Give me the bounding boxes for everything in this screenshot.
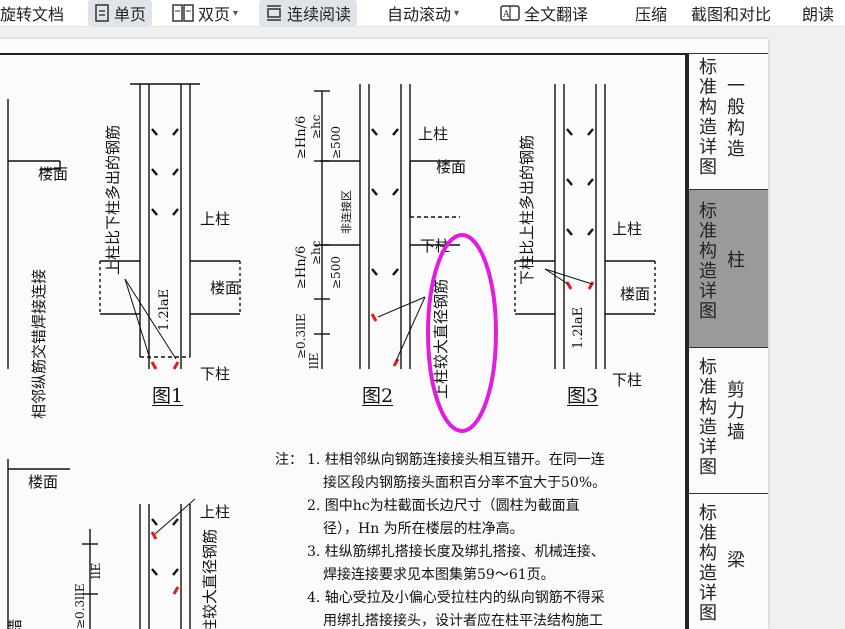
floor-label-bottom: 楼面	[28, 473, 58, 491]
screenshot-compare-button[interactable]: 截图和对比	[691, 0, 771, 26]
single-page-icon	[94, 4, 110, 22]
autoscroll-button[interactable]: 自动滚动 ▾	[387, 0, 459, 26]
side-tab-subtitle: 柱	[727, 250, 745, 271]
fig2-rebar-note: 上柱较大直径钢筋	[432, 279, 450, 399]
chevron-down-icon: ▾	[233, 7, 239, 19]
note-line: 接区段内钢筋接头面积百分率不宜大于50%。	[323, 475, 607, 491]
figure-2-label: 图2	[362, 385, 394, 407]
lower-col-label-fig1: 下柱	[200, 365, 230, 383]
non-connect-zone: 非连接区	[340, 190, 353, 234]
read-aloud-button[interactable]: 朗读	[802, 0, 834, 26]
floor-label-fig2: 楼面	[436, 158, 466, 176]
translate-icon: A	[500, 4, 520, 22]
continuous-read-button[interactable]: 连续阅读	[259, 0, 358, 26]
upper-col-label-fig3: 上柱	[612, 220, 642, 238]
toolbar: 旋转文档 单页 双页 ▾ 连续阅读 自动滚动 ▾ A 全文翻译 压缩 截图和对比…	[0, 0, 845, 27]
translate-button[interactable]: A 全文翻译	[500, 0, 588, 26]
single-page-label: 单页	[114, 5, 147, 24]
side-tab-general[interactable]: 标准构造详图 一般构造	[687, 53, 768, 189]
single-page-button[interactable]: 单页	[88, 0, 153, 26]
note-line: 1. 柱相邻纵向钢筋连接接头相互错开。在同一连	[307, 452, 605, 468]
dim-hc-bottom: ≥hc	[309, 240, 323, 265]
bottom-left-stagger: 交错	[6, 619, 24, 629]
floor-label-fig1: 楼面	[210, 279, 240, 297]
svg-text:A: A	[502, 10, 510, 20]
continuous-read-icon	[265, 4, 283, 22]
left-weld-note: 相邻纵筋交错焊接连接	[30, 269, 48, 419]
upper-col-label-bottom: 上柱	[200, 503, 230, 521]
side-tab-subtitle: 一般构造	[727, 76, 745, 160]
floor-label-left: 楼面	[38, 165, 68, 183]
document-canvas[interactable]: 楼面 上柱 楼面 下柱 上柱 楼面 下柱 上柱 楼面 下柱 楼面 上柱 上柱比下…	[0, 27, 845, 629]
chevron-down-icon: ▾	[454, 7, 460, 19]
side-tab-subtitle: 梁	[727, 550, 745, 571]
note-line: 用绑扎搭接接头，设计者应在柱平法结构施工	[323, 613, 603, 629]
compress-label: 压缩	[635, 5, 668, 24]
bottom-rebar-note: 上柱较大直径钢筋	[201, 529, 219, 629]
dim-lle: llE	[307, 353, 321, 369]
bottom-dim-lle: llE	[89, 563, 103, 579]
autoscroll-label: 自动滚动	[387, 5, 452, 24]
figure-1-label: 图1	[152, 385, 184, 407]
note-line: 3. 柱纵筋绑扎搭接长度及绑扎搭接、机械连接、	[307, 544, 605, 560]
rotate-document-button[interactable]: 旋转文档	[0, 0, 64, 26]
side-tab-vertical-text: 标准构造详图	[699, 503, 717, 624]
fig1-lap-length: 1.2laE	[157, 289, 172, 331]
chapter-side-tabs: 标准构造详图 一般构造 标准构造详图 柱 标准构造详图 剪力墙 标准构造详图 梁	[687, 53, 768, 629]
fig3-lap-length: 1.2laE	[571, 307, 586, 349]
side-tab-subtitle: 剪力墙	[727, 380, 745, 443]
dim-hn6-bottom: ≥Hn/6	[294, 246, 309, 289]
read-aloud-label: 朗读	[802, 5, 835, 24]
lower-col-label-fig3: 下柱	[612, 371, 642, 389]
figure-3-label: 图3	[567, 385, 599, 407]
dim-hn6-top: ≥Hn/6	[294, 116, 309, 159]
continuous-read-label: 连续阅读	[287, 5, 352, 24]
fig3-rebar-note: 下柱比上柱多出的钢筋	[518, 135, 536, 285]
dim-03lle: ≥0.3llE	[294, 313, 308, 359]
side-tab-vertical-text: 标准构造详图	[699, 357, 717, 478]
note-line: 4. 轴心受拉及小偏心受拉柱内的纵向钢筋不得采	[307, 590, 605, 606]
side-tab-shear-wall[interactable]: 标准构造详图 剪力墙	[687, 347, 768, 493]
side-tab-column[interactable]: 标准构造详图 柱	[687, 189, 768, 347]
side-tab-vertical-text: 标准构造详图	[699, 201, 717, 322]
dim-500-top: ≥500	[329, 126, 343, 159]
bottom-dim-03lle: ≥0.3llE	[73, 583, 87, 629]
double-page-button[interactable]: 双页 ▾	[172, 0, 238, 26]
document-page: 楼面 上柱 楼面 下柱 上柱 楼面 下柱 上柱 楼面 下柱 楼面 上柱 上柱比下…	[0, 39, 768, 629]
floor-label-fig3: 楼面	[620, 285, 650, 303]
upper-col-label-fig1: 上柱	[200, 210, 230, 228]
compress-button[interactable]: 压缩	[635, 0, 667, 26]
dim-hc-top: ≥hc	[309, 114, 323, 139]
side-tab-vertical-text: 标准构造详图	[699, 57, 717, 178]
note-line: 径），Hn 为所在楼层的柱净高。	[323, 521, 524, 537]
screenshot-compare-label: 截图和对比	[691, 5, 772, 24]
notes-heading: 注：	[275, 452, 303, 468]
rotate-document-label: 旋转文档	[0, 5, 65, 24]
upper-col-label-fig2: 上柱	[418, 125, 448, 143]
note-line: 焊接连接要求见本图集第59～61页。	[323, 567, 555, 583]
side-tab-beam[interactable]: 标准构造详图 梁	[687, 493, 768, 629]
fig1-rebar-note: 上柱比下柱多出的钢筋	[104, 125, 122, 275]
double-page-label: 双页	[198, 5, 231, 24]
note-line: 2. 图中hc为柱截面长边尺寸（圆柱为截面直	[307, 498, 580, 514]
dim-500-bottom: ≥500	[329, 256, 343, 289]
translate-label: 全文翻译	[524, 5, 589, 24]
double-page-icon	[172, 4, 194, 22]
